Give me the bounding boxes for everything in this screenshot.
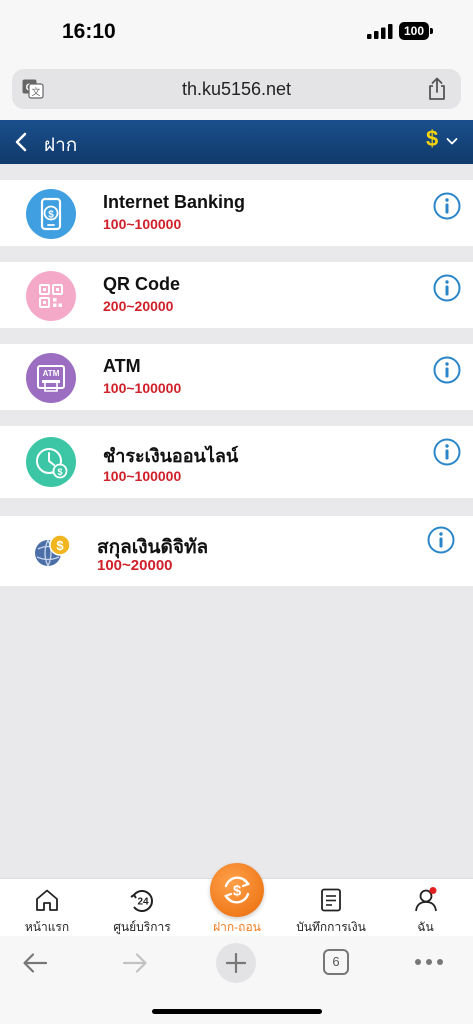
method-range: 100~100000 [103,468,182,484]
browser-address-area: G 文 th.ku5156.net [0,62,473,120]
atm-icon: ATM [26,353,76,403]
chevron-down-icon[interactable] [446,136,458,146]
method-row-atm[interactable]: ATM ATM 100~100000 [0,344,473,410]
method-row-internet-banking[interactable]: $ Internet Banking 100~100000 [0,180,473,246]
svg-text:$: $ [48,210,54,221]
info-icon[interactable] [433,192,461,220]
address-bar[interactable]: G 文 th.ku5156.net [12,69,461,109]
home-icon [36,889,58,911]
battery-level: 100 [399,22,429,40]
status-bar: 16:10 100 [0,0,473,62]
method-row-crypto[interactable]: $ สกุลเงินดิจิทัล 100~20000 [0,516,473,586]
record-icon [321,888,341,912]
currency-selector[interactable]: $ [426,126,438,152]
method-range: 100~20000 [97,557,173,574]
support-24-icon: 24 [130,890,153,912]
tab-home[interactable]: หน้าแรก [0,879,94,937]
back-chevron-icon[interactable] [14,132,28,152]
crypto-icon: $ [35,534,71,567]
back-arrow-icon[interactable] [21,951,49,975]
share-icon[interactable] [427,77,447,101]
mobile-dollar-icon: $ [26,189,76,239]
battery-icon: 100 [399,22,433,40]
new-tab-button[interactable] [216,943,256,983]
qr-code-icon [26,271,76,321]
deposit-withdraw-icon: $ [224,876,250,904]
method-range: 200~20000 [103,298,174,314]
url-text[interactable]: th.ku5156.net [12,79,461,100]
profile-icon [415,887,437,912]
forward-arrow-icon[interactable] [121,951,149,975]
tab-profile[interactable]: ฉัน [378,879,473,937]
svg-text:$: $ [56,538,64,553]
info-icon[interactable] [433,274,461,302]
method-name: Internet Banking [103,192,246,212]
svg-text:24: 24 [137,897,149,908]
page-header: ฝาก $ [0,120,473,164]
method-range: 100~100000 [103,216,182,232]
method-name: QR Code [103,274,181,294]
home-indicator [152,1009,322,1014]
method-name: ชำระเงินออนไลน์ [103,446,239,466]
tab-label: หน้าแรก [24,920,70,934]
info-icon[interactable] [433,438,461,466]
tab-support[interactable]: 24 ศูนย์บริการ [94,879,190,937]
svg-text:$: $ [233,883,242,900]
tab-label: ฉัน [417,920,434,934]
svg-text:$: $ [57,467,62,477]
method-range: 100~100000 [103,380,182,396]
method-name: ATM [103,356,141,376]
svg-text:ATM: ATM [43,369,60,378]
tab-label: ฝาก-ถอน [213,920,261,934]
browser-toolbar: 6 [0,936,473,1024]
page-title: ฝาก [44,135,78,156]
method-row-online-payment[interactable]: $ ชำระเงินออนไลน์ 100~100000 [0,426,473,498]
tab-records[interactable]: บันทึกการเงิน [284,879,378,937]
info-icon[interactable] [433,356,461,384]
plus-icon [226,953,246,973]
info-icon[interactable] [427,526,455,554]
deposit-withdraw-button[interactable]: $ [210,863,264,917]
method-row-qr-code[interactable]: QR Code 200~20000 [0,262,473,328]
status-time: 16:10 [62,20,116,43]
tab-label: ศูนย์บริการ [113,920,171,934]
cellular-signal-icon [367,24,393,39]
tab-label: บันทึกการเงิน [296,920,366,934]
tab-count-button[interactable]: 6 [323,949,349,975]
more-options-icon[interactable] [414,958,444,966]
online-payment-icon: $ [26,437,76,487]
